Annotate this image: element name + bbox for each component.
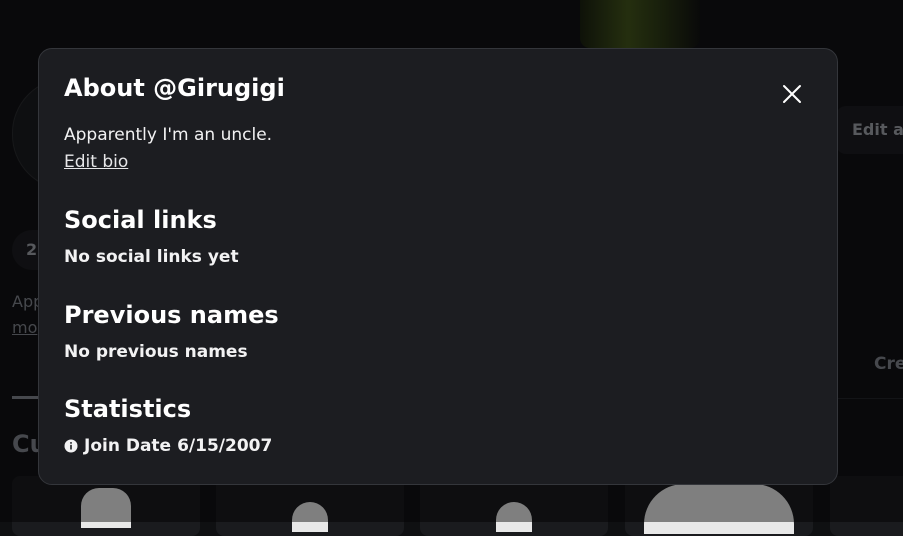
join-date-label: Join Date: [84, 436, 172, 456]
info-icon: [64, 439, 78, 453]
join-date-row: Join Date 6/15/2007: [64, 436, 272, 456]
bio-text: Apparently I'm an uncle.: [64, 125, 273, 145]
close-button[interactable]: [777, 79, 807, 109]
edit-bio-link[interactable]: Edit bio: [64, 152, 128, 172]
join-date-value: 6/15/2007: [177, 436, 273, 456]
modal-title: About @Girugigi: [64, 74, 285, 102]
social-links-heading: Social links: [64, 206, 217, 234]
about-modal: About @Girugigi Apparently I'm an uncle.…: [38, 48, 838, 485]
previous-names-value: No previous names: [64, 342, 248, 362]
statistics-heading: Statistics: [64, 395, 192, 423]
previous-names-heading: Previous names: [64, 301, 279, 329]
close-icon: [783, 85, 801, 103]
social-links-value: No social links yet: [64, 247, 239, 267]
